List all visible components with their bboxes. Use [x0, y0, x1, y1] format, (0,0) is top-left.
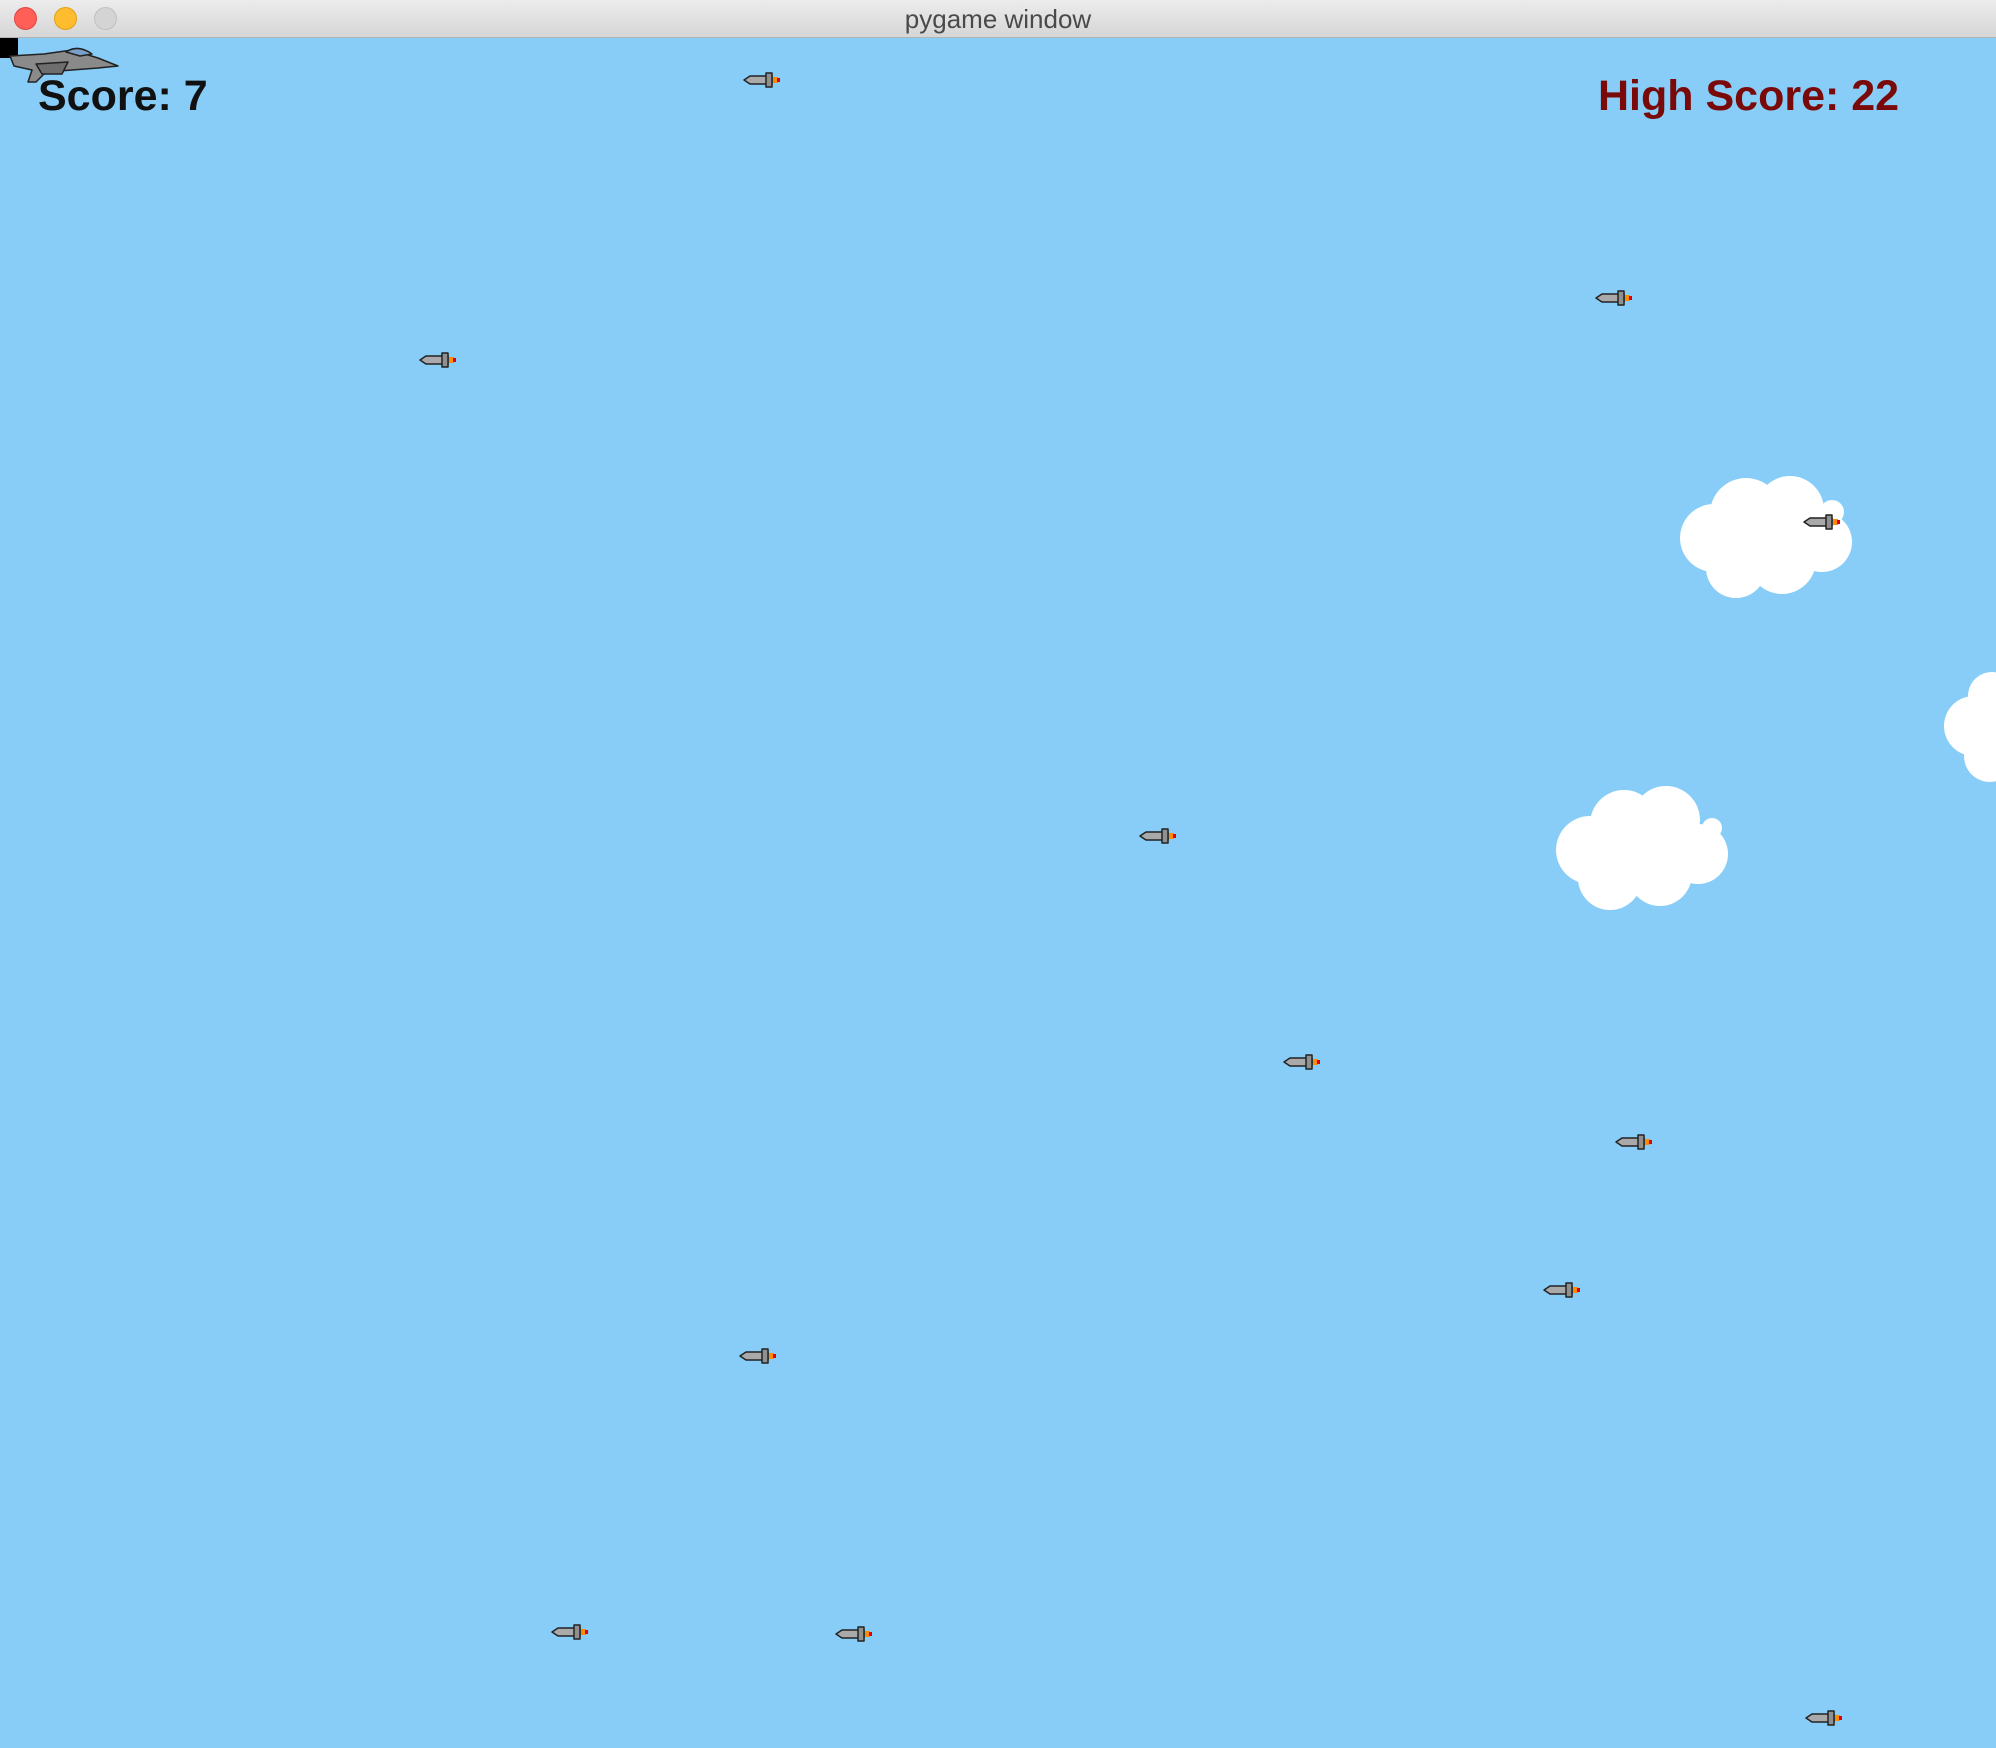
cloud-icon: [1944, 672, 1996, 782]
window-title: pygame window: [904, 4, 1092, 34]
high-score-label: High Score: 22: [1598, 72, 1900, 120]
cloud-icon: [1556, 786, 1728, 910]
game-window: pygame window Score: 7 High Score: 22: [0, 0, 1996, 1748]
missile-icon: [739, 1348, 776, 1364]
game-canvas[interactable]: Score: 7 High Score: 22: [0, 38, 1996, 1748]
missile-icon: [835, 1626, 872, 1642]
missile-icon: [1543, 1282, 1580, 1298]
score-label: Score: 7: [38, 72, 208, 120]
missile-icon: [743, 72, 780, 88]
missile-icon: [1139, 828, 1176, 844]
missile-icon: [1283, 1054, 1320, 1070]
missile-icon: [1805, 1710, 1842, 1726]
missile-icon: [419, 352, 456, 368]
title-bar: pygame window: [0, 0, 1996, 38]
missile-icon: [551, 1624, 588, 1640]
missile-icon: [1615, 1134, 1652, 1150]
cloud-icon: [1680, 476, 1852, 598]
missile-icon: [1595, 290, 1632, 306]
missile-icon: [1803, 514, 1840, 530]
